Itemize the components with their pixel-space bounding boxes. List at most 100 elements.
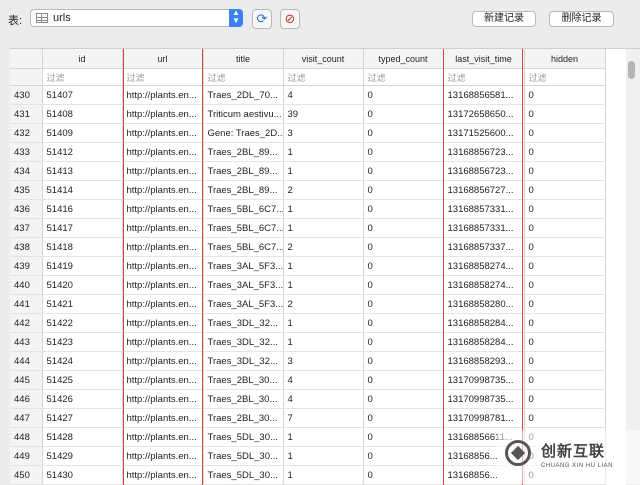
cell-visit-count[interactable]: 1 xyxy=(283,200,363,219)
cell-hidden[interactable]: 0 xyxy=(524,105,605,124)
cell-title[interactable]: Traes_3DL_32... xyxy=(203,352,283,371)
cell-visit-count[interactable]: 1 xyxy=(283,314,363,333)
cell-typed-count[interactable]: 0 xyxy=(363,371,443,390)
cell-hidden[interactable]: 0 xyxy=(524,333,605,352)
filter-input-hidden[interactable]: 过滤 xyxy=(524,69,605,86)
cell-visit-count[interactable]: 1 xyxy=(283,447,363,466)
cell-hidden[interactable]: 0 xyxy=(524,200,605,219)
cell-typed-count[interactable]: 0 xyxy=(363,276,443,295)
cell-title[interactable]: Traes_3DL_32... xyxy=(203,314,283,333)
cell-title[interactable]: Traes_3DL_32... xyxy=(203,333,283,352)
table-select[interactable]: urls ▲▼ xyxy=(30,9,243,27)
cell-title[interactable]: Traes_2BL_30... xyxy=(203,390,283,409)
cell-hidden[interactable]: 0 xyxy=(524,86,605,105)
cell-id[interactable]: 51428 xyxy=(42,428,122,447)
cell-title[interactable]: Traes_2BL_89... xyxy=(203,143,283,162)
filter-input-visit-count[interactable]: 过滤 xyxy=(283,69,363,86)
cell-id[interactable]: 51419 xyxy=(42,257,122,276)
cell-id[interactable]: 51413 xyxy=(42,162,122,181)
cell-visit-count[interactable]: 4 xyxy=(283,86,363,105)
cell-visit-count[interactable]: 1 xyxy=(283,257,363,276)
cell-typed-count[interactable]: 0 xyxy=(363,257,443,276)
filter-input-typed-count[interactable]: 过滤 xyxy=(363,69,443,86)
cell-id[interactable]: 51407 xyxy=(42,86,122,105)
cell-hidden[interactable]: 0 xyxy=(524,352,605,371)
cell-hidden[interactable]: 0 xyxy=(524,295,605,314)
filter-input-title[interactable]: 过滤 xyxy=(203,69,283,86)
cell-title[interactable]: Gene: Traes_2D... xyxy=(203,124,283,143)
cell-visit-count[interactable]: 1 xyxy=(283,162,363,181)
cell-id[interactable]: 51426 xyxy=(42,390,122,409)
cell-hidden[interactable]: 0 xyxy=(524,162,605,181)
cell-visit-count[interactable]: 1 xyxy=(283,466,363,485)
cell-title[interactable]: Traes_3AL_5F3... xyxy=(203,295,283,314)
select-arrows-icon[interactable]: ▲▼ xyxy=(229,9,243,27)
cell-typed-count[interactable]: 0 xyxy=(363,105,443,124)
cell-id[interactable]: 51414 xyxy=(42,181,122,200)
cell-id[interactable]: 51422 xyxy=(42,314,122,333)
cell-id[interactable]: 51427 xyxy=(42,409,122,428)
cell-hidden[interactable]: 0 xyxy=(524,181,605,200)
cell-typed-count[interactable]: 0 xyxy=(363,238,443,257)
cell-hidden[interactable]: 0 xyxy=(524,219,605,238)
cell-id[interactable]: 51421 xyxy=(42,295,122,314)
cell-id[interactable]: 51409 xyxy=(42,124,122,143)
new-record-button[interactable]: 新建记录 xyxy=(472,11,536,27)
cell-hidden[interactable]: 0 xyxy=(524,276,605,295)
cell-visit-count[interactable]: 1 xyxy=(283,143,363,162)
cell-title[interactable]: Traes_2DL_70... xyxy=(203,86,283,105)
cell-typed-count[interactable]: 0 xyxy=(363,162,443,181)
cell-typed-count[interactable]: 0 xyxy=(363,466,443,485)
cell-id[interactable]: 51424 xyxy=(42,352,122,371)
cell-typed-count[interactable]: 0 xyxy=(363,333,443,352)
cell-visit-count[interactable]: 1 xyxy=(283,219,363,238)
cell-title[interactable]: Traes_3AL_5F3... xyxy=(203,276,283,295)
cell-hidden[interactable]: 0 xyxy=(524,390,605,409)
refresh-icon[interactable]: ⟳ xyxy=(252,9,272,29)
cell-id[interactable]: 51418 xyxy=(42,238,122,257)
cell-title[interactable]: Traes_5BL_6C7... xyxy=(203,238,283,257)
vertical-scrollbar[interactable] xyxy=(626,49,640,485)
cell-title[interactable]: Traes_2BL_30... xyxy=(203,371,283,390)
cell-typed-count[interactable]: 0 xyxy=(363,86,443,105)
cell-title[interactable]: Traes_5BL_6C7... xyxy=(203,200,283,219)
cell-title[interactable]: Traes_2BL_30... xyxy=(203,409,283,428)
cell-id[interactable]: 51420 xyxy=(42,276,122,295)
cell-title[interactable]: Traes_5DL_30... xyxy=(203,447,283,466)
cell-id[interactable]: 51417 xyxy=(42,219,122,238)
scrollbar-thumb[interactable] xyxy=(628,61,635,79)
cell-visit-count[interactable]: 1 xyxy=(283,276,363,295)
column-header-hidden[interactable]: hidden xyxy=(524,49,605,69)
cell-visit-count[interactable]: 1 xyxy=(283,333,363,352)
cell-title[interactable]: Traes_5BL_6C7... xyxy=(203,219,283,238)
cell-id[interactable]: 51430 xyxy=(42,466,122,485)
filter-input-id[interactable]: 过滤 xyxy=(42,69,122,86)
cell-hidden[interactable]: 0 xyxy=(524,371,605,390)
cell-title[interactable]: Traes_5DL_30... xyxy=(203,466,283,485)
cell-visit-count[interactable]: 4 xyxy=(283,390,363,409)
column-header-visit-count[interactable]: visit_count xyxy=(283,49,363,69)
column-header-id[interactable]: id xyxy=(42,49,122,69)
cell-visit-count[interactable]: 3 xyxy=(283,352,363,371)
cell-id[interactable]: 51412 xyxy=(42,143,122,162)
cell-typed-count[interactable]: 0 xyxy=(363,447,443,466)
cell-id[interactable]: 51423 xyxy=(42,333,122,352)
cell-visit-count[interactable]: 2 xyxy=(283,181,363,200)
cell-visit-count[interactable]: 3 xyxy=(283,124,363,143)
cell-visit-count[interactable]: 7 xyxy=(283,409,363,428)
cell-visit-count[interactable]: 1 xyxy=(283,428,363,447)
cell-hidden[interactable]: 0 xyxy=(524,409,605,428)
cell-id[interactable]: 51425 xyxy=(42,371,122,390)
cell-typed-count[interactable]: 0 xyxy=(363,143,443,162)
cell-typed-count[interactable]: 0 xyxy=(363,428,443,447)
cell-hidden[interactable]: 0 xyxy=(524,124,605,143)
cell-title[interactable]: Triticum aestivu... xyxy=(203,105,283,124)
column-header-title[interactable]: title xyxy=(203,49,283,69)
cell-typed-count[interactable]: 0 xyxy=(363,352,443,371)
clear-filters-icon[interactable]: ⊘ xyxy=(280,9,300,29)
cell-typed-count[interactable]: 0 xyxy=(363,200,443,219)
cell-hidden[interactable]: 0 xyxy=(524,238,605,257)
cell-typed-count[interactable]: 0 xyxy=(363,295,443,314)
column-header-typed-count[interactable]: typed_count xyxy=(363,49,443,69)
cell-id[interactable]: 51416 xyxy=(42,200,122,219)
